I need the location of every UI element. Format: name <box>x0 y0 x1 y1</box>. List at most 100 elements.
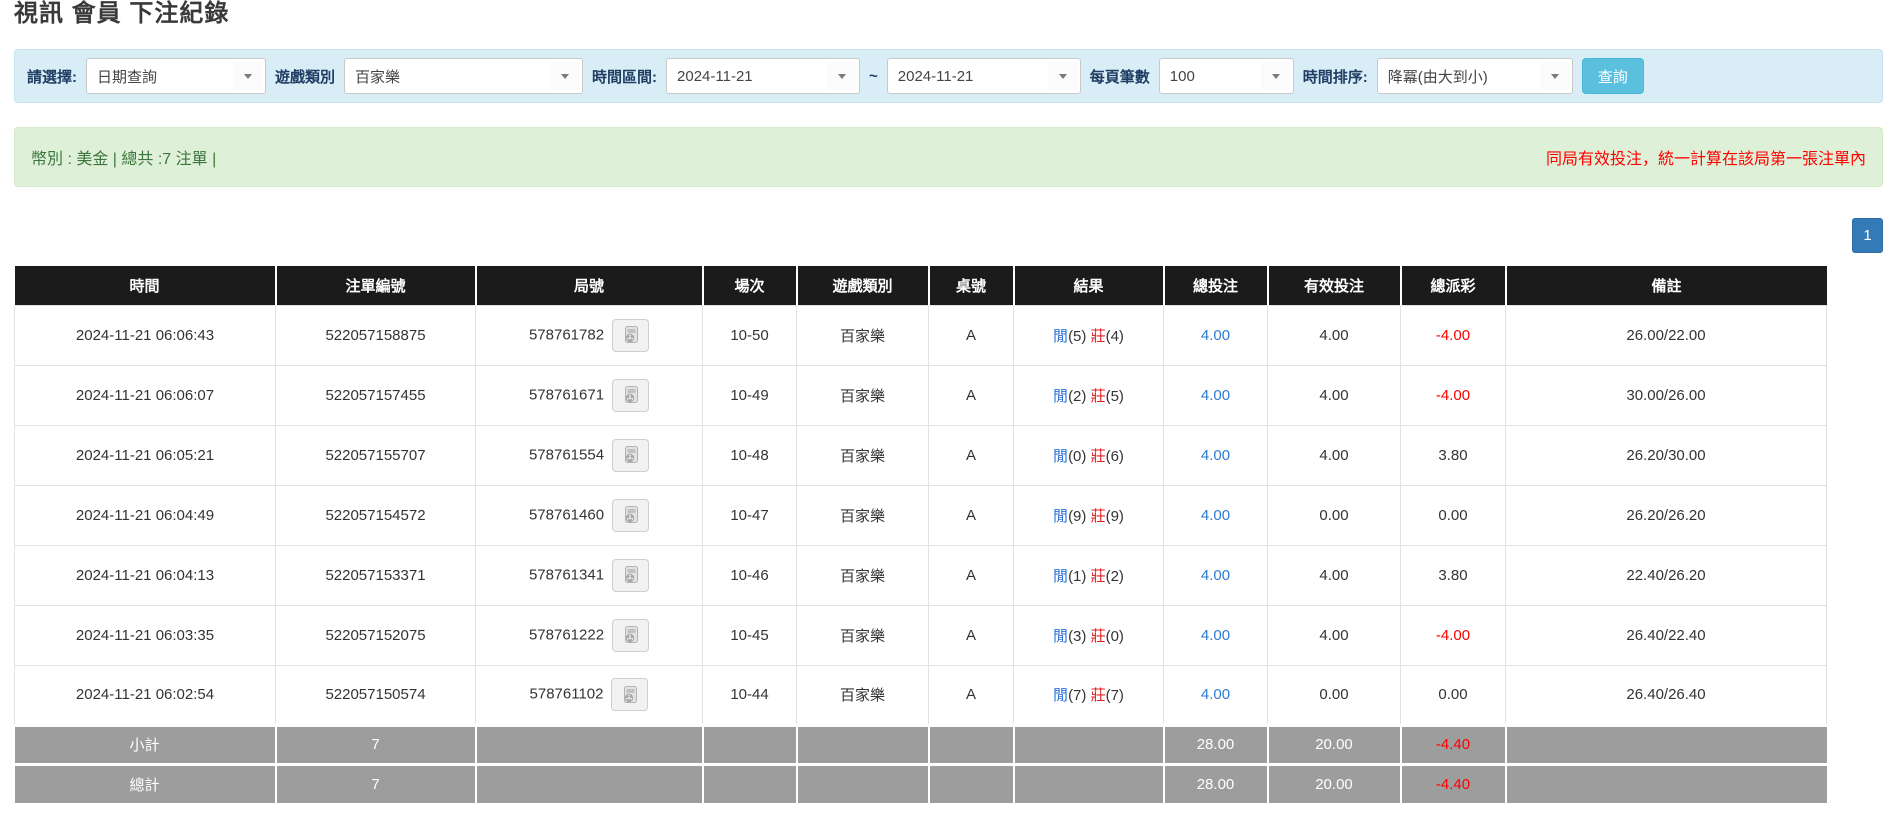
filter-bar: 請選擇: 日期查詢 遊戲類別 百家樂 時間區間: 2024-11-21 ~ 20… <box>14 49 1883 103</box>
table-row: 2024-11-21 06:02:54522057150574578761102… <box>15 665 1827 725</box>
table-footer: 小計 7 28.00 20.00 -4.40 總計 7 28.00 20.00 … <box>15 725 1827 803</box>
date-to-select[interactable]: 2024-11-21 <box>887 58 1081 94</box>
page-button-1[interactable]: 1 <box>1852 218 1883 253</box>
total-bet-link[interactable]: 4.00 <box>1201 327 1230 344</box>
cell-payout: 0.00 <box>1401 665 1506 725</box>
cell-valid-bet: 4.00 <box>1268 425 1401 485</box>
video-replay-button[interactable] <box>612 439 649 472</box>
table-row: 2024-11-21 06:04:49522057154572578761460… <box>15 485 1827 545</box>
notice-text: 同局有效投注，統一計算在該局第一張注單內 <box>1546 145 1866 169</box>
cell-table-no: A <box>929 305 1014 365</box>
cell-round-id: 578761102 <box>476 665 703 725</box>
chevron-down-icon[interactable] <box>550 62 580 90</box>
cell-result: 閒(1) 莊(2) <box>1014 545 1164 605</box>
video-replay-button[interactable] <box>612 319 649 352</box>
cell-bet-id: 522057158875 <box>276 305 476 365</box>
chevron-down-icon[interactable] <box>1540 62 1570 90</box>
cell-valid-bet: 0.00 <box>1268 485 1401 545</box>
column-header: 桌號 <box>929 266 1014 305</box>
table-header: 時間注單編號局號場次遊戲類別桌號結果總投注有效投注總派彩備註 <box>15 266 1827 305</box>
cell-note: 26.40/26.40 <box>1506 665 1827 725</box>
page-size-value: 100 <box>1160 68 1261 85</box>
total-bet-link[interactable]: 4.00 <box>1201 507 1230 524</box>
chevron-down-icon[interactable] <box>1261 62 1291 90</box>
cell-round-id: 578761341 <box>476 545 703 605</box>
total-bet-link[interactable]: 4.00 <box>1201 447 1230 464</box>
cell-session: 10-47 <box>703 485 797 545</box>
subtotal-row: 小計 7 28.00 20.00 -4.40 <box>15 725 1827 764</box>
cell-time: 2024-11-21 06:03:35 <box>15 605 276 665</box>
cell-time: 2024-11-21 06:04:49 <box>15 485 276 545</box>
subtotal-count: 7 <box>276 725 476 764</box>
video-replay-button[interactable] <box>612 619 649 652</box>
cell-bet-id: 522057153371 <box>276 545 476 605</box>
cell-session: 10-45 <box>703 605 797 665</box>
date-range-tilde: ~ <box>869 68 878 85</box>
cell-time: 2024-11-21 06:06:07 <box>15 365 276 425</box>
cell-table-no: A <box>929 365 1014 425</box>
cell-result: 閒(9) 莊(9) <box>1014 485 1164 545</box>
total-bet-link[interactable]: 4.00 <box>1201 627 1230 644</box>
cell-session: 10-48 <box>703 425 797 485</box>
cell-time: 2024-11-21 06:05:21 <box>15 425 276 485</box>
query-mode-value: 日期查詢 <box>87 66 233 87</box>
subtotal-valid-bet: 20.00 <box>1268 725 1401 764</box>
cell-note: 26.20/30.00 <box>1506 425 1827 485</box>
cell-result: 閒(2) 莊(5) <box>1014 365 1164 425</box>
game-type-label: 遊戲類別 <box>275 66 335 87</box>
video-replay-button[interactable] <box>612 499 649 532</box>
cell-game-type: 百家樂 <box>797 605 929 665</box>
video-replay-icon <box>621 445 641 465</box>
cell-note: 30.00/26.00 <box>1506 365 1827 425</box>
total-valid-bet: 20.00 <box>1268 764 1401 803</box>
video-replay-icon <box>621 565 641 585</box>
column-header: 總投注 <box>1164 266 1268 305</box>
currency-summary-text: 幣別 : 美金 | 總共 :7 注單 | <box>31 145 216 169</box>
query-mode-select[interactable]: 日期查詢 <box>86 58 266 94</box>
cell-note: 26.40/22.40 <box>1506 605 1827 665</box>
cell-total-bet[interactable]: 4.00 <box>1164 665 1268 725</box>
cell-total-bet[interactable]: 4.00 <box>1164 605 1268 665</box>
video-replay-icon <box>620 685 640 705</box>
cell-payout: -4.00 <box>1401 605 1506 665</box>
total-bet-link[interactable]: 4.00 <box>1201 387 1230 404</box>
cell-time: 2024-11-21 06:04:13 <box>15 545 276 605</box>
total-total-bet: 28.00 <box>1164 764 1268 803</box>
table-row: 2024-11-21 06:03:35522057152075578761222… <box>15 605 1827 665</box>
column-header: 局號 <box>476 266 703 305</box>
query-button[interactable]: 查詢 <box>1582 58 1644 94</box>
video-replay-button[interactable] <box>611 678 648 711</box>
cell-payout: 3.80 <box>1401 425 1506 485</box>
column-header: 有效投注 <box>1268 266 1401 305</box>
cell-game-type: 百家樂 <box>797 665 929 725</box>
info-bar: 幣別 : 美金 | 總共 :7 注單 | 同局有效投注，統一計算在該局第一張注單… <box>14 127 1883 187</box>
cell-game-type: 百家樂 <box>797 305 929 365</box>
cell-time: 2024-11-21 06:06:43 <box>15 305 276 365</box>
video-replay-button[interactable] <box>612 379 649 412</box>
cell-time: 2024-11-21 06:02:54 <box>15 665 276 725</box>
cell-result: 閒(0) 莊(6) <box>1014 425 1164 485</box>
cell-total-bet[interactable]: 4.00 <box>1164 365 1268 425</box>
sort-select[interactable]: 降冪(由大到小) <box>1377 58 1573 94</box>
cell-session: 10-49 <box>703 365 797 425</box>
total-bet-link[interactable]: 4.00 <box>1201 686 1230 703</box>
page-size-label: 每頁筆數 <box>1090 66 1150 87</box>
total-bet-link[interactable]: 4.00 <box>1201 567 1230 584</box>
video-replay-button[interactable] <box>612 559 649 592</box>
cell-payout: -4.00 <box>1401 365 1506 425</box>
page: 視訊 會員 下注紀錄 請選擇: 日期查詢 遊戲類別 百家樂 時間區間: 2024… <box>0 0 1897 803</box>
date-from-select[interactable]: 2024-11-21 <box>666 58 860 94</box>
cell-total-bet[interactable]: 4.00 <box>1164 305 1268 365</box>
column-header: 總派彩 <box>1401 266 1506 305</box>
chevron-down-icon[interactable] <box>1048 62 1078 90</box>
chevron-down-icon[interactable] <box>827 62 857 90</box>
page-size-select[interactable]: 100 <box>1159 58 1294 94</box>
cell-total-bet[interactable]: 4.00 <box>1164 485 1268 545</box>
cell-total-bet[interactable]: 4.00 <box>1164 545 1268 605</box>
game-type-select[interactable]: 百家樂 <box>344 58 583 94</box>
total-count: 7 <box>276 764 476 803</box>
cell-total-bet[interactable]: 4.00 <box>1164 425 1268 485</box>
column-header: 場次 <box>703 266 797 305</box>
cell-payout: -4.00 <box>1401 305 1506 365</box>
chevron-down-icon[interactable] <box>233 62 263 90</box>
